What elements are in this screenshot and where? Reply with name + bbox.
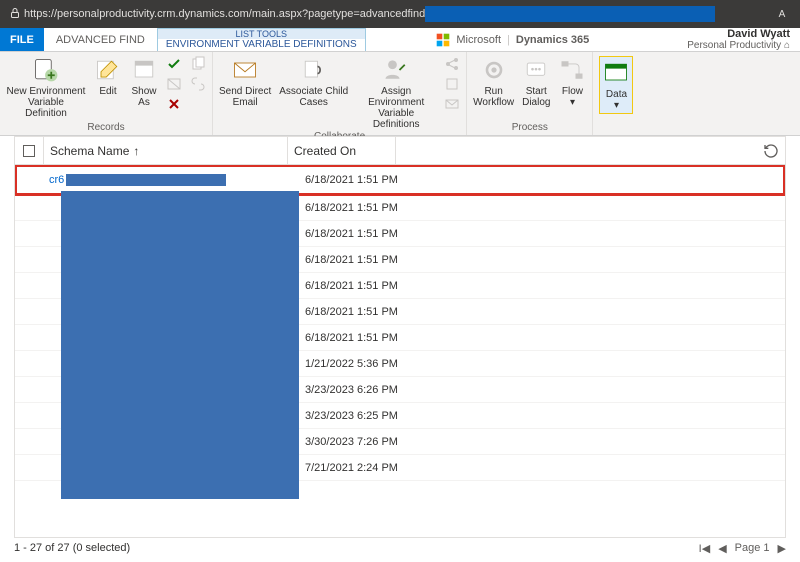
column-created-on[interactable]: Created On	[288, 137, 396, 164]
user-name: David Wyatt	[660, 28, 790, 40]
select-all-checkbox[interactable]	[15, 145, 43, 157]
email-link-icon[interactable]	[444, 96, 460, 112]
gear-icon	[480, 56, 508, 84]
schema-link[interactable]: cr6	[49, 174, 64, 186]
grid-body[interactable]: cr6 6/18/2021 1:51 PM 6/18/2021 1:51 PM 6/1…	[15, 165, 785, 537]
next-page-button[interactable]: ▶	[778, 542, 786, 555]
share-icon[interactable]	[444, 56, 460, 72]
created-on-cell: 6/18/2021 1:51 PM	[287, 254, 398, 266]
org-name: Personal Productivity ⌂	[660, 40, 790, 51]
show-as-button[interactable]: Show As	[130, 56, 158, 108]
deactivate-icon[interactable]	[166, 76, 182, 92]
created-on-cell: 7/21/2021 2:24 PM	[287, 462, 398, 474]
flow-button[interactable]: Flow▾	[558, 56, 586, 108]
send-direct-email-button[interactable]: Send Direct Email	[219, 56, 271, 108]
flow-icon	[558, 56, 586, 84]
browser-url-bar: https://personalproductivity.crm.dynamic…	[0, 0, 800, 28]
delete-icon[interactable]	[166, 96, 182, 112]
new-env-var-def-button[interactable]: New Environment Variable Definition	[6, 56, 86, 119]
associate-icon	[300, 56, 328, 84]
ribbon: New Environment Variable Definition Edit…	[0, 52, 800, 136]
column-schema-name[interactable]: Schema Name ↑	[44, 137, 288, 164]
link-icon[interactable]	[190, 76, 206, 92]
copy-icon[interactable]	[190, 56, 206, 72]
lock-icon	[6, 7, 24, 22]
home-icon: ⌂	[784, 40, 790, 51]
contextual-tab-header: LIST TOOLS	[158, 29, 365, 39]
tab-advanced-find[interactable]: ADVANCED FIND	[44, 28, 157, 51]
new-record-icon	[32, 56, 60, 84]
refresh-button[interactable]	[757, 143, 785, 159]
created-on-cell: 6/18/2021 1:51 PM	[287, 228, 398, 240]
refresh-icon	[763, 143, 779, 159]
microsoft-logo-icon	[436, 33, 450, 47]
ribbon-group-process: Run Workflow Start Dialog Flow▾ Process	[467, 52, 593, 135]
created-on-cell: 3/23/2023 6:26 PM	[287, 384, 398, 396]
small-buttons-records	[166, 56, 182, 112]
url-address[interactable]: https://personalproductivity.crm.dynamic…	[24, 6, 770, 22]
edit-icon	[94, 56, 122, 84]
ribbon-group-data: Data▾	[593, 52, 639, 135]
copy-link-icon[interactable]	[444, 76, 460, 92]
pager: 1 - 27 of 27 (0 selected) I◀ ◀ Page 1 ▶	[14, 538, 786, 558]
created-on-cell: 3/23/2023 6:25 PM	[287, 410, 398, 422]
created-on-cell: 6/18/2021 1:51 PM	[287, 174, 398, 186]
first-page-button[interactable]: I◀	[699, 542, 711, 555]
ribbon-group-records: New Environment Variable Definition Edit…	[0, 52, 213, 135]
email-icon	[231, 56, 259, 84]
grid-header: Schema Name ↑ Created On	[15, 137, 785, 165]
created-on-cell: 6/18/2021 1:51 PM	[287, 280, 398, 292]
text-size-icon[interactable]: A	[770, 9, 794, 20]
app-brand: Microsoft | Dynamics 365	[366, 28, 660, 51]
assign-evd-button[interactable]: Assign Environment Variable Definitions	[356, 56, 436, 130]
sort-asc-icon: ↑	[133, 144, 139, 158]
contextual-tab-group: LIST TOOLS ENVIRONMENT VARIABLE DEFINITI…	[157, 28, 366, 51]
small-buttons-collab	[444, 56, 460, 112]
assign-icon	[382, 56, 410, 84]
activate-icon[interactable]	[166, 56, 182, 72]
run-workflow-button[interactable]: Run Workflow	[473, 56, 514, 108]
created-on-cell: 1/21/2022 5:36 PM	[287, 358, 398, 370]
data-icon	[602, 59, 630, 87]
small-buttons-records-2	[190, 56, 206, 92]
created-on-cell: 6/18/2021 1:51 PM	[287, 202, 398, 214]
redacted-block	[61, 191, 299, 499]
pager-status: 1 - 27 of 27 (0 selected)	[14, 542, 130, 554]
associate-child-cases-button[interactable]: Associate Child Cases	[279, 56, 348, 108]
ribbon-tabs: FILE ADVANCED FIND LIST TOOLS ENVIRONMEN…	[0, 28, 800, 52]
tab-file[interactable]: FILE	[0, 28, 44, 51]
dialog-icon	[522, 56, 550, 84]
show-as-icon	[130, 56, 158, 84]
edit-button[interactable]: Edit	[94, 56, 122, 97]
created-on-cell: 6/18/2021 1:51 PM	[287, 306, 398, 318]
created-on-cell: 3/30/2023 7:26 PM	[287, 436, 398, 448]
created-on-cell: 6/18/2021 1:51 PM	[287, 332, 398, 344]
start-dialog-button[interactable]: Start Dialog	[522, 56, 550, 108]
data-button[interactable]: Data▾	[599, 56, 633, 114]
prev-page-button[interactable]: ◀	[718, 542, 726, 555]
tab-env-var-defs[interactable]: ENVIRONMENT VARIABLE DEFINITIONS	[158, 39, 365, 51]
user-info[interactable]: David Wyatt Personal Productivity ⌂	[660, 28, 800, 51]
results-grid: Schema Name ↑ Created On cr6 6/18/2021 1:…	[14, 136, 786, 538]
page-label: Page 1	[735, 542, 770, 554]
ribbon-group-collaborate: Send Direct Email Associate Child Cases …	[213, 52, 467, 135]
